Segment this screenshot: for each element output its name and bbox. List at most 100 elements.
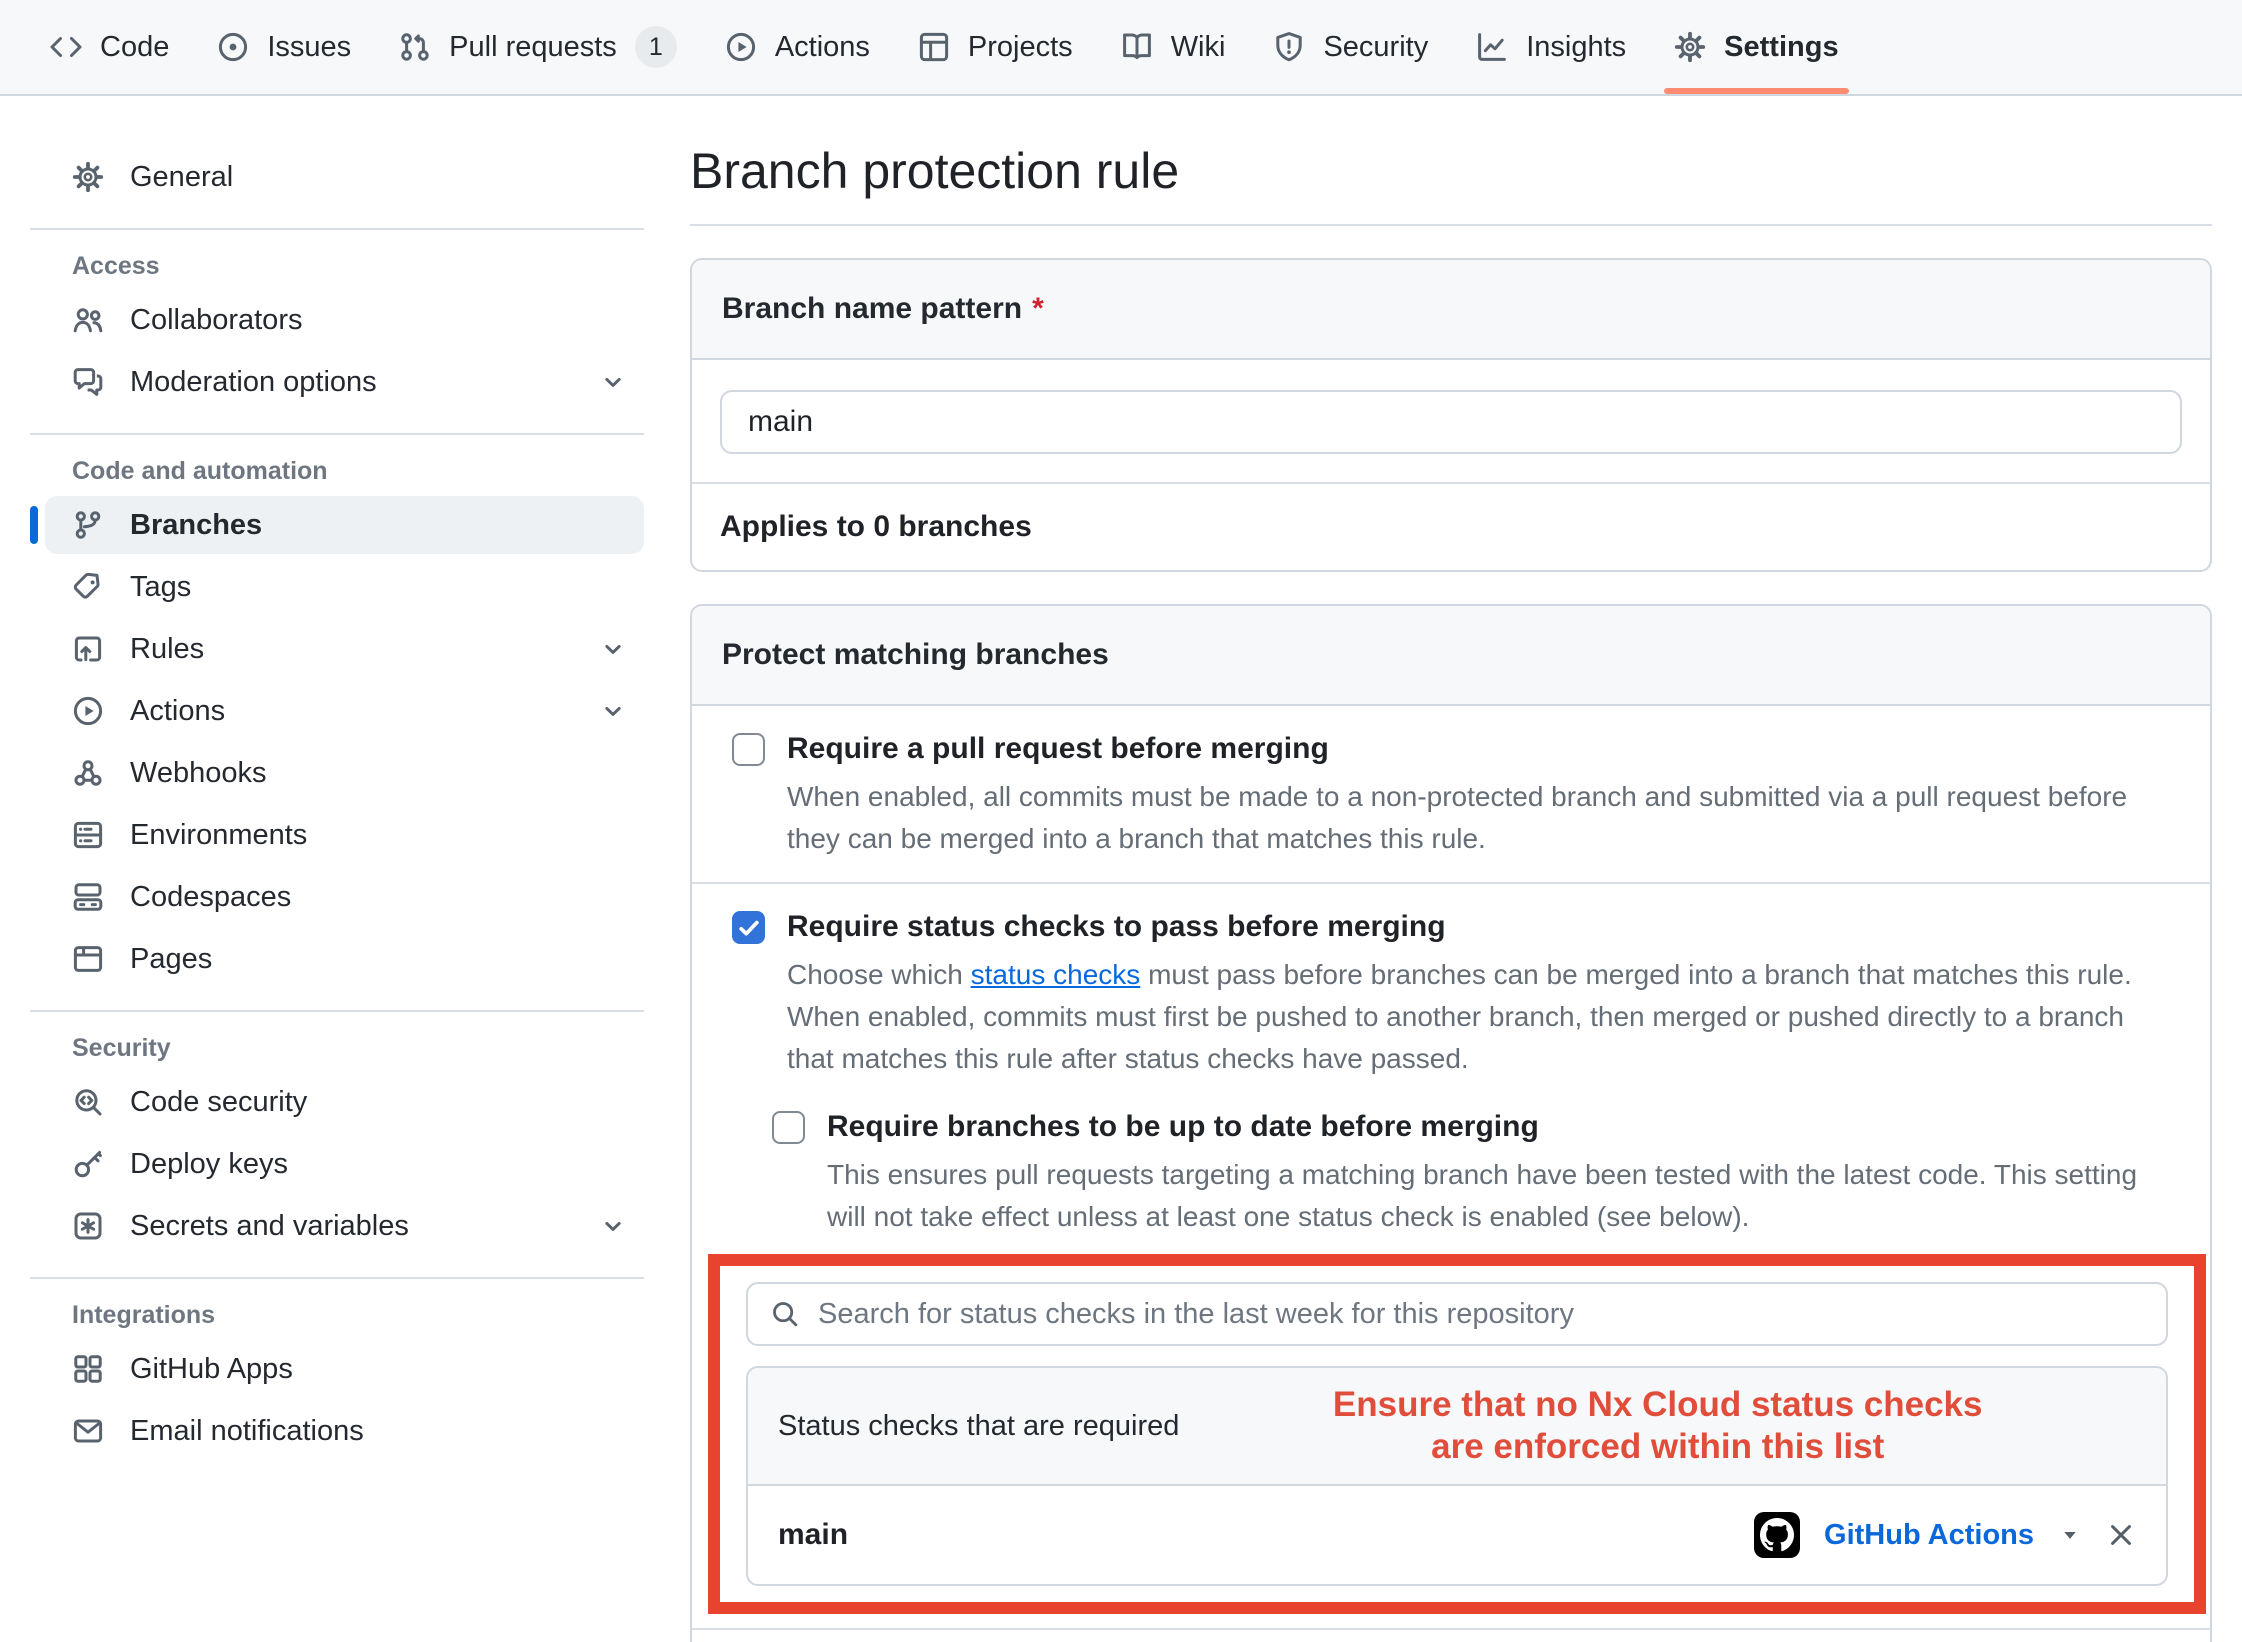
check-icon: [736, 915, 762, 941]
divider: [30, 1010, 644, 1012]
chevron-down-icon: [600, 1213, 626, 1239]
applies-to-branches-text: Applies to 0 branches: [692, 482, 2210, 570]
key-asterisk-icon: [72, 1210, 104, 1242]
status-checks-option-section: Require status checks to pass before mer…: [692, 882, 2210, 1642]
tab-issues[interactable]: Issues: [193, 0, 375, 94]
main-content: Branch protection rule Branch name patte…: [660, 96, 2242, 1642]
up-to-date-option: Require branches to be up to date before…: [772, 1108, 2170, 1238]
annotation-note-line1: Ensure that no Nx Cloud status checks: [1179, 1384, 2136, 1426]
require-status-checks-label[interactable]: Require status checks to pass before mer…: [787, 908, 1446, 946]
protect-matching-branches-card: Protect matching branches Require a pull…: [690, 604, 2212, 1642]
tab-actions[interactable]: Actions: [701, 0, 894, 94]
code-icon: [50, 31, 82, 63]
people-icon: [72, 304, 104, 336]
server-icon: [72, 819, 104, 851]
remove-status-check-icon[interactable]: [2106, 1520, 2136, 1550]
tab-code[interactable]: Code: [26, 0, 193, 94]
require-pull-request-label[interactable]: Require a pull request before merging: [787, 730, 1329, 768]
mail-icon: [72, 1415, 104, 1447]
github-actions-link[interactable]: GitHub Actions: [1824, 1519, 2034, 1552]
sidebar-item-tags[interactable]: Tags: [45, 558, 644, 616]
sidebar-item-actions[interactable]: Actions: [45, 682, 644, 740]
github-actions-avatar: [1754, 1512, 1800, 1558]
comment-discussion-icon: [72, 366, 104, 398]
tab-wiki[interactable]: Wiki: [1097, 0, 1250, 94]
active-tab-indicator: [1664, 88, 1848, 94]
key-icon: [72, 1148, 104, 1180]
sidebar-item-branches[interactable]: Branches: [45, 496, 644, 554]
search-icon: [770, 1299, 800, 1329]
annotation-highlight-box: Status checks that are required Ensure t…: [708, 1254, 2206, 1614]
require-pull-request-checkbox[interactable]: [732, 733, 765, 766]
require-up-to-date-checkbox[interactable]: [772, 1111, 805, 1144]
status-checks-header-label: Status checks that are required: [778, 1410, 1179, 1443]
divider: [30, 228, 644, 230]
sidebar-item-email-notifications[interactable]: Email notifications: [45, 1402, 644, 1460]
sidebar-section-security: Security: [72, 1034, 660, 1063]
git-branch-icon: [72, 509, 104, 541]
sidebar-item-general[interactable]: General: [45, 148, 644, 206]
status-checks-link[interactable]: status checks: [971, 959, 1141, 990]
sidebar-item-pages[interactable]: Pages: [45, 930, 644, 988]
settings-sidebar: General Access Collaborators Moderation …: [0, 96, 660, 1464]
annotation-note: Ensure that no Nx Cloud status checks ar…: [1179, 1384, 2136, 1468]
sidebar-section-code-and-automation: Code and automation: [72, 457, 660, 486]
chevron-down-icon: [600, 369, 626, 395]
sidebar-item-codespaces[interactable]: Codespaces: [45, 868, 644, 926]
branch-name-pattern-header: Branch name pattern*: [692, 260, 2210, 360]
active-indicator: [30, 506, 38, 544]
pull-request-option-section: Require a pull request before merging Wh…: [692, 706, 2210, 882]
sidebar-item-moderation-options[interactable]: Moderation options: [45, 353, 644, 411]
sidebar-item-deploy-keys[interactable]: Deploy keys: [45, 1135, 644, 1193]
branch-name-pattern-card: Branch name pattern* Applies to 0 branch…: [690, 258, 2212, 572]
tab-insights[interactable]: Insights: [1452, 0, 1650, 94]
sidebar-item-secrets-and-variables[interactable]: Secrets and variables: [45, 1197, 644, 1255]
sidebar-item-environments[interactable]: Environments: [45, 806, 644, 864]
chevron-down-icon: [600, 636, 626, 662]
status-checks-search-input[interactable]: [818, 1298, 2144, 1331]
browser-icon: [72, 943, 104, 975]
protect-matching-branches-header: Protect matching branches: [692, 606, 2210, 706]
sidebar-item-github-apps[interactable]: GitHub Apps: [45, 1340, 644, 1398]
status-check-row: main GitHub Actions: [748, 1486, 2166, 1584]
tab-pull-requests[interactable]: Pull requests 1: [375, 0, 701, 94]
gear-icon: [72, 161, 104, 193]
github-mark-icon: [1760, 1518, 1794, 1552]
codespaces-icon: [72, 881, 104, 913]
require-up-to-date-description: This ensures pull requests targeting a m…: [827, 1154, 2170, 1238]
play-icon: [72, 695, 104, 727]
divider: [692, 1628, 2210, 1630]
issue-opened-icon: [217, 31, 249, 63]
pull-request-icon: [399, 31, 431, 63]
rules-icon: [72, 633, 104, 665]
pull-requests-count-badge: 1: [635, 26, 677, 68]
sidebar-section-access: Access: [72, 252, 660, 281]
sidebar-item-collaborators[interactable]: Collaborators: [45, 291, 644, 349]
sidebar-item-rules[interactable]: Rules: [45, 620, 644, 678]
tab-settings[interactable]: Settings: [1650, 0, 1862, 94]
sidebar-item-webhooks[interactable]: Webhooks: [45, 744, 644, 802]
require-status-checks-description: Choose which status checks must pass bef…: [787, 954, 2170, 1080]
require-up-to-date-label[interactable]: Require branches to be up to date before…: [827, 1108, 1539, 1146]
status-check-name: main: [778, 1516, 848, 1554]
require-pull-request-description: When enabled, all commits must be made t…: [787, 776, 2170, 860]
shield-icon: [1273, 31, 1305, 63]
repo-tab-bar: Code Issues Pull requests 1 Actions Proj…: [0, 0, 2242, 96]
branch-name-pattern-input[interactable]: [720, 390, 2182, 454]
graph-icon: [1476, 31, 1508, 63]
book-icon: [1121, 31, 1153, 63]
play-icon: [725, 31, 757, 63]
require-status-checks-checkbox[interactable]: [732, 911, 765, 944]
annotation-note-line2: are enforced within this list: [1179, 1426, 2136, 1468]
tag-icon: [72, 571, 104, 603]
status-checks-search: [746, 1282, 2168, 1346]
webhook-icon: [72, 757, 104, 789]
code-scan-icon: [72, 1086, 104, 1118]
table-icon: [918, 31, 950, 63]
tab-projects[interactable]: Projects: [894, 0, 1097, 94]
sidebar-item-code-security[interactable]: Code security: [45, 1073, 644, 1131]
caret-down-icon[interactable]: [2058, 1523, 2082, 1547]
required-status-checks-header: Status checks that are required Ensure t…: [748, 1368, 2166, 1486]
gear-icon: [1674, 31, 1706, 63]
tab-security[interactable]: Security: [1249, 0, 1452, 94]
